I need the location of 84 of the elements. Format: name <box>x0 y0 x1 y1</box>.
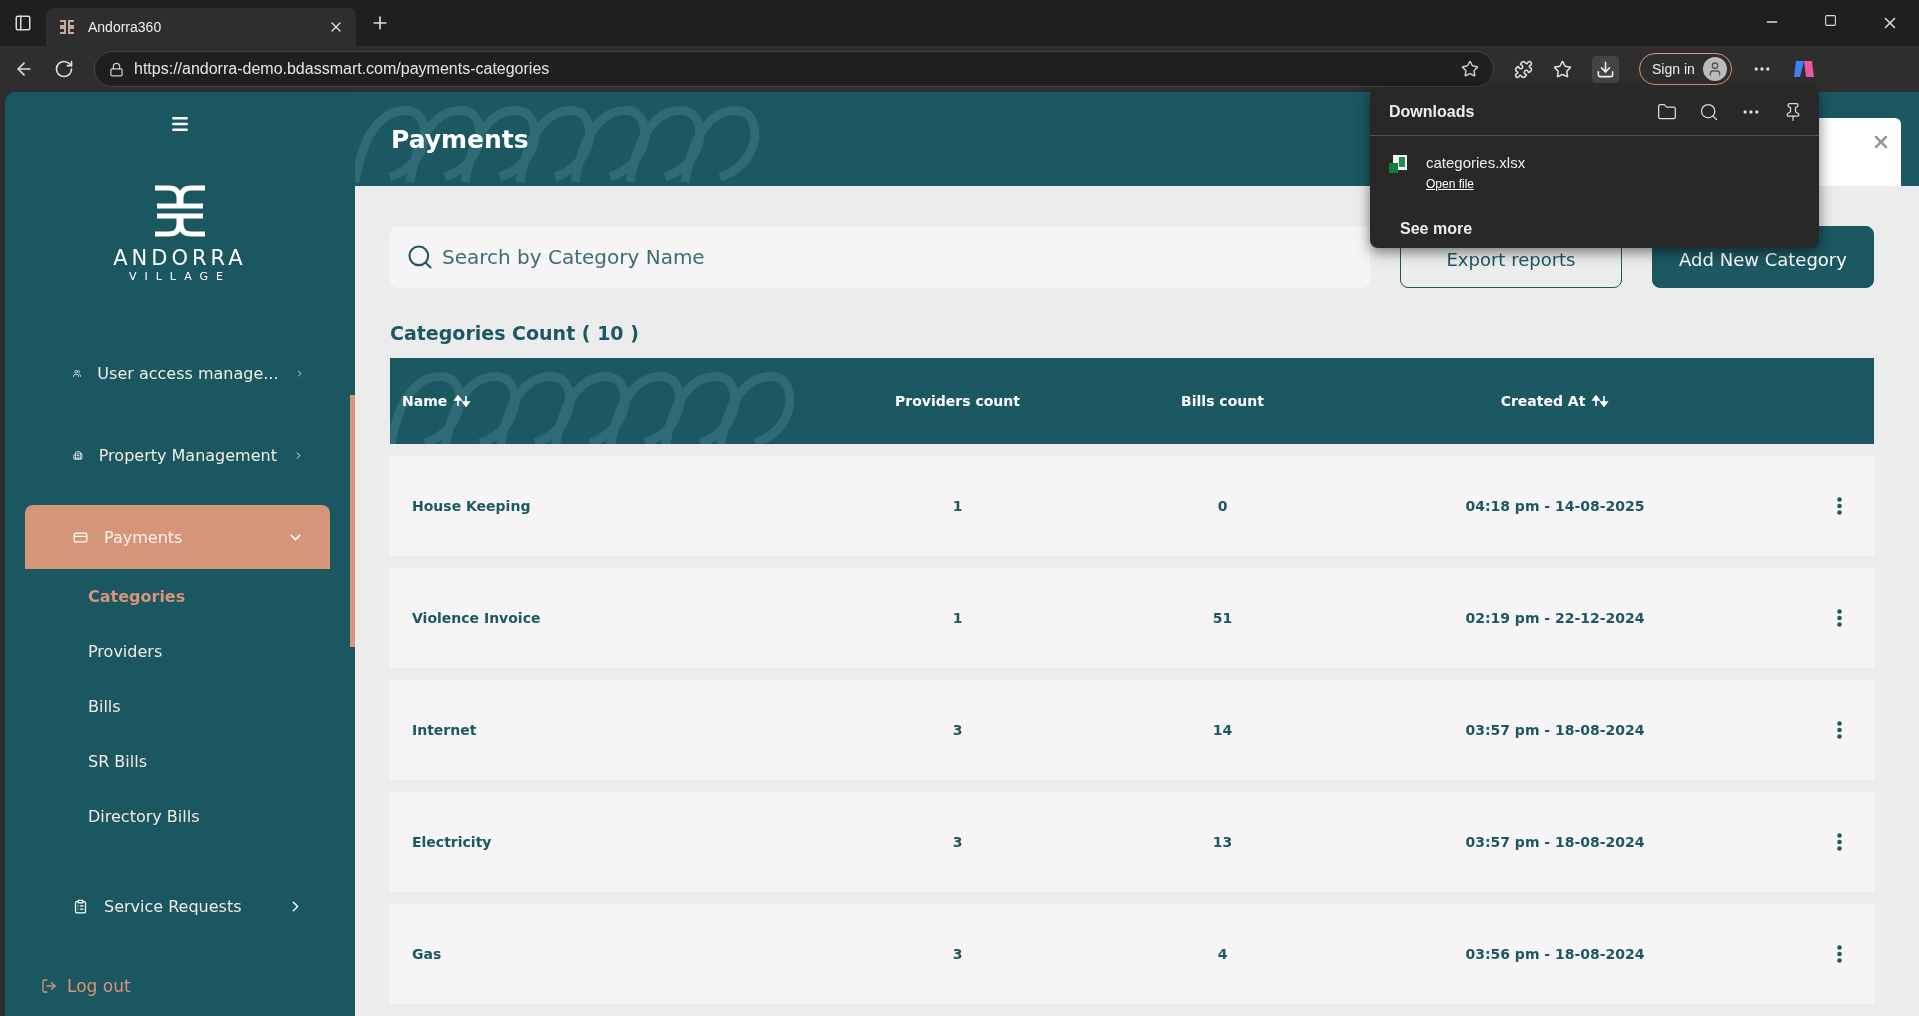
kebab-icon <box>1837 833 1842 851</box>
nav-label: Property Management <box>98 445 277 465</box>
search-icon[interactable] <box>1699 101 1719 122</box>
table-cell-text: 03:57 pm - 18-08-2024 <box>1464 722 1646 738</box>
sidebar-toggle-icon[interactable] <box>14 14 32 32</box>
brand-subtitle: VILLAGE <box>128 270 232 283</box>
nav-item[interactable]: Property Management <box>25 423 330 487</box>
row-menu-button[interactable] <box>1835 607 1844 629</box>
spreadsheet-icon <box>1388 154 1408 174</box>
kebab-icon <box>1837 497 1842 515</box>
table-cell-text: 0 <box>1216 498 1229 514</box>
site-icon <box>58 19 76 35</box>
count-label: Categories Count ( 10 ) <box>390 322 640 344</box>
page-title: Payments <box>391 124 529 154</box>
table-cell-text: 14 <box>1211 722 1234 738</box>
table-row[interactable]: Electricity 3 13 03:57 pm - 18-08-2024 <box>390 792 1874 892</box>
table-cell-text: 02:19 pm - 22-12-2024 <box>1464 610 1646 626</box>
table-cell-text: 1 <box>951 498 964 514</box>
column-header: Created At <box>1360 393 1750 409</box>
column-header: Providers count <box>894 393 1021 409</box>
nav-label: Service Requests <box>104 896 243 916</box>
search-icon <box>406 243 434 271</box>
row-menu-button[interactable] <box>1835 719 1844 741</box>
kebab-icon <box>1837 609 1842 627</box>
nav-subitem[interactable]: Bills <box>88 679 121 734</box>
nav-label: Payments <box>104 527 184 547</box>
nav-subitem[interactable]: Directory Bills <box>88 789 200 844</box>
sort-icon[interactable] <box>453 395 472 407</box>
nav-item[interactable]: Service Requests <box>25 874 330 938</box>
nav-subitem[interactable]: Providers <box>88 624 163 679</box>
kebab-icon <box>1837 945 1842 963</box>
table-cell-text: Gas <box>411 946 443 962</box>
address-bar[interactable]: https://andorra-demo.bdassmart.com/payments-categories <box>94 51 1494 87</box>
avatar-icon <box>1702 57 1727 81</box>
table-cell-text: 04:18 pm - 14-08-2025 <box>1464 498 1646 514</box>
browser-tab[interactable]: Andorra360 <box>46 8 356 46</box>
menu-icon[interactable] <box>170 114 190 134</box>
table-row[interactable]: Internet 3 14 03:57 pm - 18-08-2024 <box>390 680 1874 780</box>
table-cell-text: Internet <box>411 722 478 738</box>
sort-icon[interactable] <box>1591 395 1610 407</box>
nav-label: User access manage... <box>97 363 279 383</box>
maximize-icon[interactable] <box>1824 14 1837 27</box>
nav-subitem[interactable]: SR Bills <box>88 734 147 789</box>
scrollbar-thumb[interactable] <box>350 395 355 647</box>
table-cell-text: Violence Invoice <box>411 610 542 626</box>
table-cell-text: 4 <box>1216 946 1229 962</box>
column-header: Name <box>390 393 830 409</box>
search-field[interactable]: Search by Category Name <box>390 226 1370 288</box>
row-menu-button[interactable] <box>1835 495 1844 517</box>
open-file-link[interactable]: Open file <box>1426 177 1526 191</box>
tab-title: Andorra360 <box>88 19 163 35</box>
downloads-title: Downloads <box>1389 102 1476 121</box>
table-cell-text: 3 <box>951 946 964 962</box>
table-cell-text: 3 <box>951 834 964 850</box>
lock-icon <box>109 61 124 77</box>
favorites-icon[interactable] <box>1553 59 1572 79</box>
table-row[interactable]: House Keeping 1 0 04:18 pm - 14-08-2025 <box>390 456 1874 556</box>
brand-name: ANDORRA <box>113 246 247 270</box>
logout-icon <box>41 978 57 994</box>
favorite-icon[interactable] <box>1461 60 1479 78</box>
table-cell-text: 51 <box>1211 610 1234 626</box>
table-cell-text: 03:57 pm - 18-08-2024 <box>1464 834 1646 850</box>
nav-item[interactable]: User access manage... <box>25 341 330 405</box>
column-header: Bills count <box>1180 393 1265 409</box>
row-menu-button[interactable] <box>1835 943 1844 965</box>
downloads-button[interactable] <box>1592 55 1619 83</box>
table-cell-text: House Keeping <box>411 498 532 514</box>
kebab-icon <box>1837 721 1842 739</box>
table-cell-text: 1 <box>951 610 964 626</box>
file-name: categories.xlsx <box>1426 154 1526 171</box>
row-menu-button[interactable] <box>1835 831 1844 853</box>
folder-icon[interactable] <box>1657 101 1677 122</box>
table-cell-text: Electricity <box>411 834 493 850</box>
download-icon <box>1596 59 1615 79</box>
table-cell-text: 13 <box>1211 834 1234 850</box>
table-cell-text: 3 <box>951 722 964 738</box>
nav-icon <box>73 898 88 914</box>
table-row[interactable]: Gas 3 4 03:56 pm - 18-08-2024 <box>390 904 1874 1004</box>
table-row[interactable]: Violence Invoice 1 51 02:19 pm - 22-12-2024 <box>390 568 1874 668</box>
table-cell-text: 03:56 pm - 18-08-2024 <box>1464 946 1646 962</box>
extensions-icon[interactable] <box>1514 59 1533 79</box>
reload-icon[interactable] <box>54 59 74 79</box>
url-text: https://andorra-demo.bdassmart.com/payments-categories <box>134 60 551 78</box>
nav-icon <box>73 529 88 545</box>
